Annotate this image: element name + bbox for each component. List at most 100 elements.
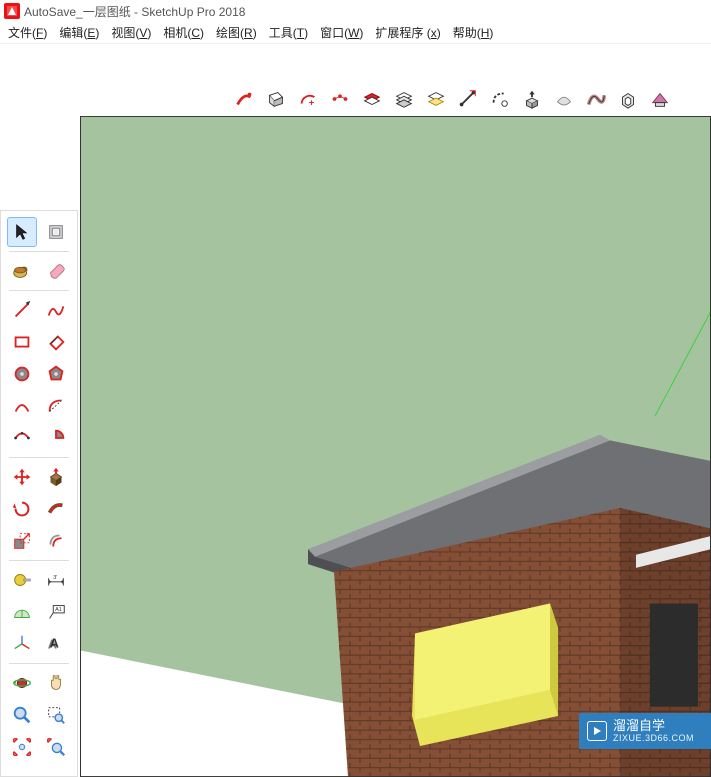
layers-iso-button[interactable] (422, 85, 450, 113)
protractor-button[interactable] (7, 597, 37, 627)
menu-窗口[interactable]: 窗口(W) (316, 22, 367, 43)
zoom-window-button[interactable] (41, 700, 71, 730)
offset-icon (45, 530, 67, 552)
dimension-icon: 3' (45, 569, 67, 591)
move-tool-button[interactable] (7, 462, 37, 492)
face-button[interactable] (262, 85, 290, 113)
arc2-icon (45, 395, 67, 417)
bevel-button[interactable] (486, 85, 514, 113)
soften-icon (553, 88, 575, 110)
freehand-icon (45, 299, 67, 321)
arc3-icon (11, 427, 33, 449)
select-tool-icon (11, 221, 33, 243)
menu-相机[interactable]: 相机(C) (159, 22, 208, 43)
window-title: AutoSave_一层图纸 - SketchUp Pro 2018 (24, 3, 245, 20)
tool-row: AA (7, 629, 71, 659)
pan-button[interactable] (41, 668, 71, 698)
svg-text:A1: A1 (55, 607, 62, 613)
freehand-button[interactable] (41, 295, 71, 325)
shell-icon (617, 88, 639, 110)
paint-bucket-button[interactable] (7, 256, 37, 286)
layers-iso-icon (425, 88, 447, 110)
menu-扩展程序[interactable]: 扩展程序 (x) (371, 22, 444, 43)
pie-button[interactable] (41, 423, 71, 453)
eraser-button[interactable] (41, 256, 71, 286)
rotated-rect-icon (45, 331, 67, 353)
separator (9, 560, 69, 561)
fredo-tool-button[interactable] (230, 85, 258, 113)
rectangle-button[interactable] (7, 327, 37, 357)
axes-button[interactable] (7, 629, 37, 659)
layers-button[interactable] (390, 85, 418, 113)
lasso-select-button[interactable] (41, 217, 71, 247)
menu-绘图[interactable]: 绘图(R) (212, 22, 261, 43)
tool-row (7, 494, 71, 524)
watermark-badge: 溜溜自学 ZIXUE.3D66.COM (579, 713, 711, 749)
weld-button[interactable] (326, 85, 354, 113)
polygon-icon (45, 363, 67, 385)
arc3-button[interactable] (7, 423, 37, 453)
edge-tool-icon (457, 88, 479, 110)
orbit-button[interactable] (7, 668, 37, 698)
tool-row (7, 391, 71, 421)
orbit-icon (11, 672, 33, 694)
separator (9, 251, 69, 252)
extrude-button[interactable] (518, 85, 546, 113)
curve-icon (585, 88, 607, 110)
text-button[interactable]: A1 (41, 597, 71, 627)
line-tool-button[interactable] (7, 295, 37, 325)
axes-icon (11, 633, 33, 655)
shell-button[interactable] (614, 85, 642, 113)
tape-measure-button[interactable] (7, 565, 37, 595)
dimension-button[interactable]: 3' (41, 565, 71, 595)
menu-视图[interactable]: 视图(V) (107, 22, 155, 43)
select-tool-button[interactable] (7, 217, 37, 247)
arc-button[interactable] (7, 391, 37, 421)
menu-帮助[interactable]: 帮助(H) (449, 22, 498, 43)
top-toolbar: + (226, 82, 711, 116)
circle-button[interactable] (7, 359, 37, 389)
zoom-extents-icon (11, 736, 33, 758)
layers-icon (393, 88, 415, 110)
separator (9, 457, 69, 458)
roof-button[interactable] (646, 85, 674, 113)
rotate-tool-button[interactable] (7, 494, 37, 524)
offset-button[interactable] (41, 526, 71, 556)
arc2-button[interactable] (41, 391, 71, 421)
paint-bucket-icon (11, 260, 33, 282)
svg-text:3': 3' (53, 575, 57, 581)
tool-row (7, 256, 71, 286)
menu-文件[interactable]: 文件(F) (4, 22, 51, 43)
zoom-extents-button[interactable] (7, 732, 37, 762)
menu-编辑[interactable]: 编辑(E) (55, 22, 103, 43)
pushpull-button[interactable] (41, 462, 71, 492)
pushpull-icon (45, 466, 67, 488)
extrude-icon (521, 88, 543, 110)
face-icon (265, 88, 287, 110)
circle-icon (11, 363, 33, 385)
tool-row: 3' (7, 565, 71, 595)
3dtext-button[interactable]: AA (41, 629, 71, 659)
scale-tool-button[interactable] (7, 526, 37, 556)
followme-button[interactable] (41, 494, 71, 524)
tool-row: A1 (7, 597, 71, 627)
polygon-button[interactable] (41, 359, 71, 389)
layer-color-button[interactable] (358, 85, 386, 113)
line-tool-icon (11, 299, 33, 321)
menu-工具[interactable]: 工具(T) (265, 22, 312, 43)
previous-view-button[interactable] (41, 732, 71, 762)
separator (9, 290, 69, 291)
edge-tool-button[interactable] (454, 85, 482, 113)
tool-row (7, 732, 71, 762)
curve-button[interactable] (582, 85, 610, 113)
rotated-rect-button[interactable] (41, 327, 71, 357)
arc-add-button[interactable]: + (294, 85, 322, 113)
zoom-button[interactable] (7, 700, 37, 730)
separator (9, 663, 69, 664)
soften-button[interactable] (550, 85, 578, 113)
svg-text:+: + (309, 97, 314, 107)
watermark-url: ZIXUE.3D66.COM (613, 733, 694, 743)
viewport-3d[interactable] (80, 116, 711, 777)
eraser-icon (45, 260, 67, 282)
tool-row (7, 526, 71, 556)
